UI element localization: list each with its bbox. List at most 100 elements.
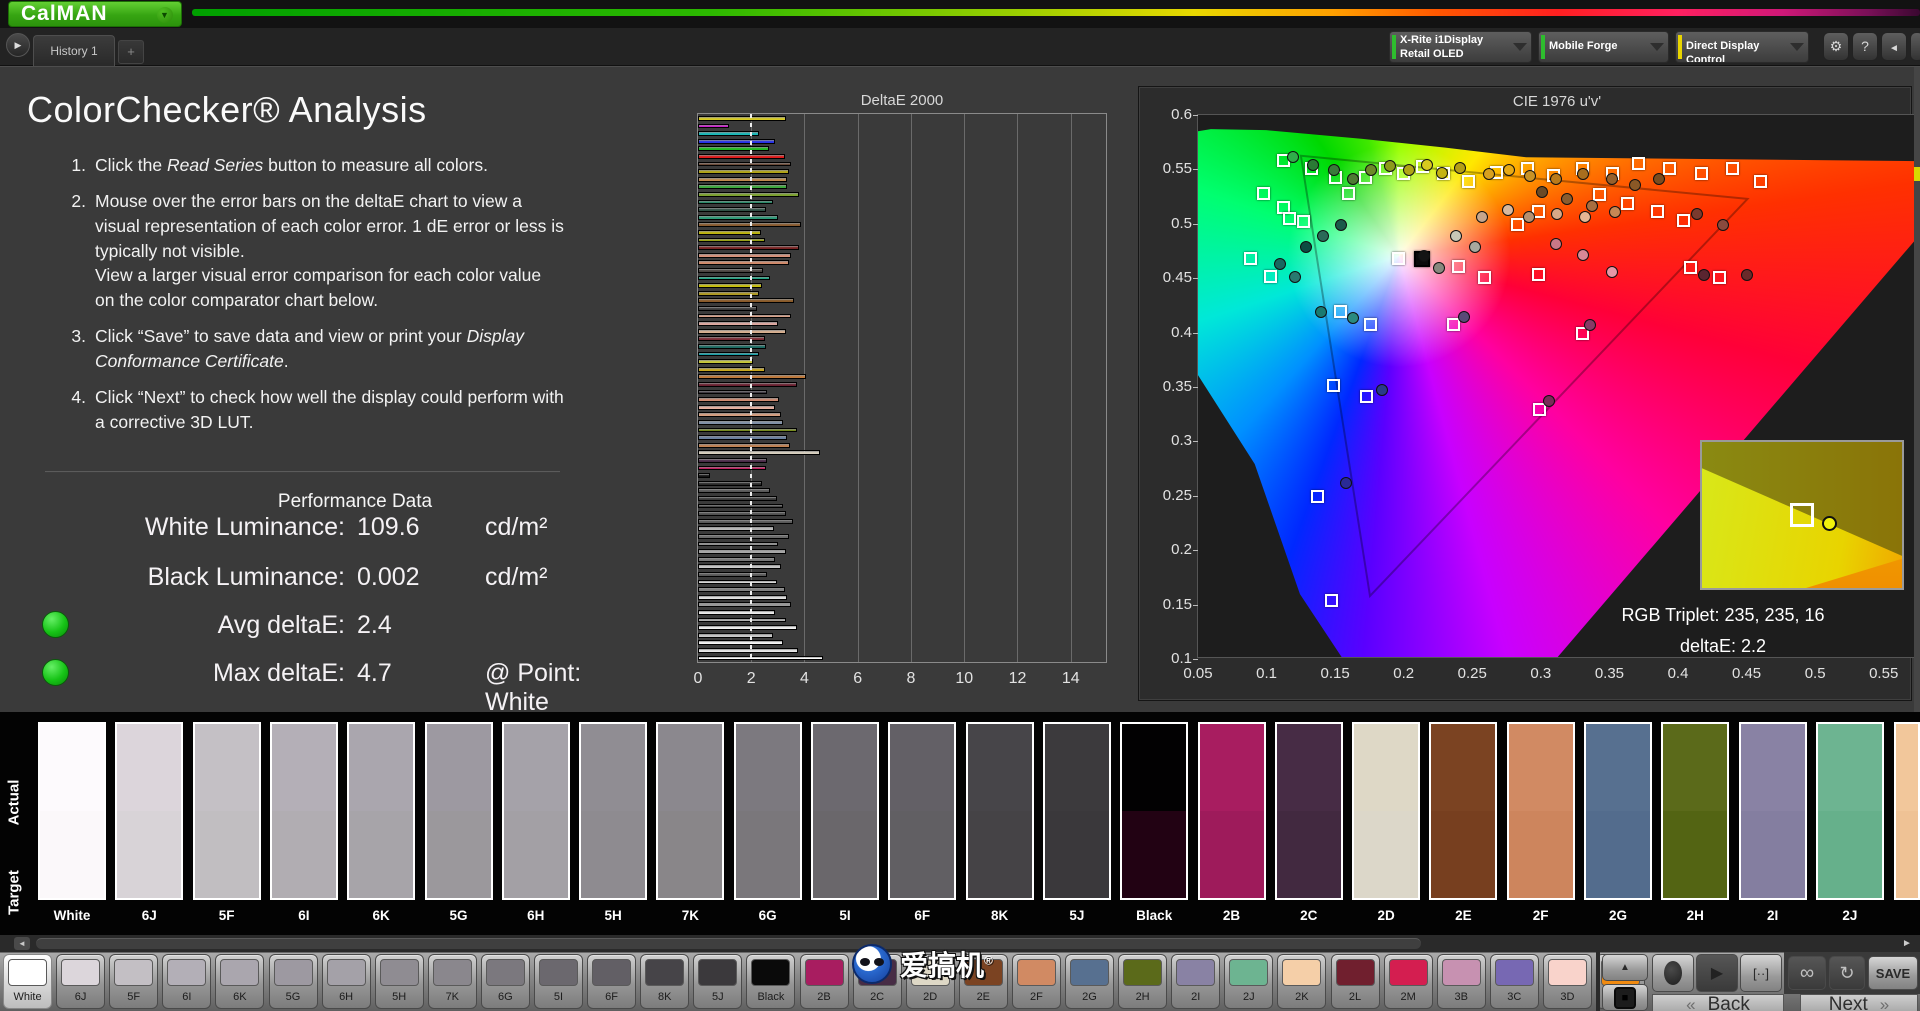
deltae-bar[interactable] [698, 306, 757, 311]
deltae-bar[interactable] [698, 336, 765, 342]
comparator-swatch[interactable] [1274, 722, 1343, 900]
palette-button-5h[interactable]: 5H [374, 954, 424, 1009]
deltae-bar[interactable] [698, 458, 768, 463]
cie-measured-point[interactable] [1421, 159, 1434, 172]
deltae-bar[interactable] [698, 572, 768, 577]
deltae-bar[interactable] [698, 199, 773, 205]
deltae-bar[interactable] [698, 313, 792, 319]
comparator-swatch[interactable] [733, 722, 802, 900]
deltae-bar[interactable] [698, 427, 797, 433]
palette-button-5j[interactable]: 5J [693, 954, 743, 1009]
palette-button-6g[interactable]: 6G [480, 954, 530, 1009]
comparator-swatch[interactable] [38, 722, 106, 900]
comparator-swatch[interactable] [965, 722, 1034, 900]
deltae-bar[interactable] [698, 617, 786, 623]
palette-button-2b[interactable]: 2B [799, 954, 849, 1009]
cie-target-square[interactable] [1334, 305, 1348, 319]
comparator-swatch[interactable] [115, 722, 184, 900]
deltae-bar[interactable] [698, 625, 797, 630]
pattern-up-button[interactable]: ▲ [1602, 954, 1648, 981]
cie-target-square[interactable] [1753, 174, 1767, 188]
deltae-bar[interactable] [698, 389, 768, 395]
cie-measured-point[interactable] [1315, 305, 1328, 318]
cie-target-square[interactable] [1726, 161, 1740, 175]
comparator-swatch[interactable] [811, 722, 879, 900]
palette-button-5g[interactable]: 5G [268, 954, 318, 1009]
comparator-swatch[interactable] [1738, 722, 1807, 900]
palette-scroll-right-button[interactable]: ► [1902, 938, 1912, 949]
deltae-bar[interactable] [698, 344, 766, 349]
comparator-swatch[interactable] [1584, 722, 1652, 900]
cie-target-square[interactable] [1663, 161, 1677, 175]
cie-measured-point[interactable] [1436, 166, 1449, 179]
deltae-bar[interactable] [698, 534, 789, 539]
cie-measured-point[interactable] [1375, 384, 1388, 397]
loop-button[interactable]: ∞ [1788, 956, 1826, 990]
cie-measured-point[interactable] [1449, 229, 1462, 242]
next-button[interactable]: Next » [1800, 994, 1918, 1011]
palette-button-5f[interactable]: 5F [109, 954, 159, 1009]
cie-measured-point[interactable] [1433, 262, 1446, 275]
comparator-swatch[interactable] [1352, 722, 1421, 900]
palette-button-3d[interactable]: 3D [1542, 954, 1592, 1009]
cie-target-square[interactable] [1324, 593, 1338, 607]
cie-measured-point[interactable] [1740, 268, 1753, 281]
cie-measured-point[interactable] [1536, 186, 1549, 199]
palette-button-2h[interactable]: 2H [1118, 954, 1168, 1009]
cie-measured-point[interactable] [1453, 162, 1466, 175]
deltae-bar[interactable] [698, 138, 776, 144]
deltae-bar[interactable] [698, 450, 821, 456]
cie-measured-point[interactable] [1334, 218, 1347, 231]
back-button[interactable]: « Back [1652, 994, 1784, 1011]
deltae-bar[interactable] [698, 556, 776, 562]
deltae-bar[interactable] [698, 610, 776, 615]
cie-target-square[interactable] [1683, 260, 1697, 274]
cie-target-square[interactable] [1593, 187, 1607, 201]
deltae-bar[interactable] [698, 602, 792, 608]
deltae-bar[interactable] [698, 435, 788, 440]
cie-measured-point[interactable] [1652, 173, 1665, 186]
palette-scrollbar-thumb[interactable] [36, 938, 1421, 949]
cie-measured-point[interactable] [1606, 265, 1619, 278]
palette-button-5i[interactable]: 5I [534, 954, 583, 1009]
cie-target-square[interactable] [1461, 174, 1475, 188]
cie-measured-point[interactable] [1316, 229, 1329, 242]
comparator-swatch[interactable] [656, 722, 725, 900]
deltae-bar[interactable] [698, 366, 765, 372]
cie-measured-point[interactable] [1501, 203, 1514, 216]
cie-target-square[interactable] [1631, 157, 1645, 171]
cie-measured-point[interactable] [1522, 211, 1535, 224]
comparator-swatch[interactable] [347, 722, 416, 900]
deltae-bar[interactable] [698, 237, 765, 243]
cie-target-square[interactable] [1676, 214, 1690, 228]
save-button[interactable]: SAVE [1868, 956, 1918, 990]
cie-measured-point[interactable] [1346, 312, 1359, 325]
cie-measured-point[interactable] [1482, 167, 1495, 180]
deltae-bar[interactable] [698, 541, 778, 547]
cie-measured-point[interactable] [1523, 169, 1536, 182]
cie-target-square[interactable] [1531, 268, 1545, 282]
cie-measured-point[interactable] [1577, 249, 1590, 262]
palette-button-6j[interactable]: 6J [56, 954, 106, 1009]
deltae-bar[interactable] [698, 397, 780, 402]
palette-button-2m[interactable]: 2M [1383, 954, 1433, 1009]
palette-button-6k[interactable]: 6K [215, 954, 265, 1009]
cie-measured-point[interactable] [1274, 258, 1287, 271]
cie-measured-point[interactable] [1549, 238, 1562, 251]
tab-history-1[interactable]: History 1 [33, 35, 115, 66]
settings-button[interactable]: ⚙ [1823, 32, 1849, 61]
palette-button-6i[interactable]: 6I [162, 954, 212, 1009]
cie-measured-point[interactable] [1300, 240, 1313, 253]
cie-target-square[interactable] [1264, 269, 1278, 283]
add-tab-button[interactable]: + [118, 40, 144, 64]
deltae-bar[interactable] [698, 404, 776, 410]
deltae-bar[interactable] [698, 176, 788, 182]
cie-target-square[interactable] [1620, 196, 1634, 210]
deltae-bar[interactable] [698, 260, 789, 266]
cie-measured-point[interactable] [1469, 240, 1482, 253]
deltae-bar[interactable] [698, 328, 786, 334]
cie-target-square[interactable] [1391, 252, 1405, 266]
cie-measured-point[interactable] [1549, 173, 1562, 186]
cie-measured-point[interactable] [1403, 164, 1416, 177]
deltae-bar[interactable] [698, 420, 784, 425]
